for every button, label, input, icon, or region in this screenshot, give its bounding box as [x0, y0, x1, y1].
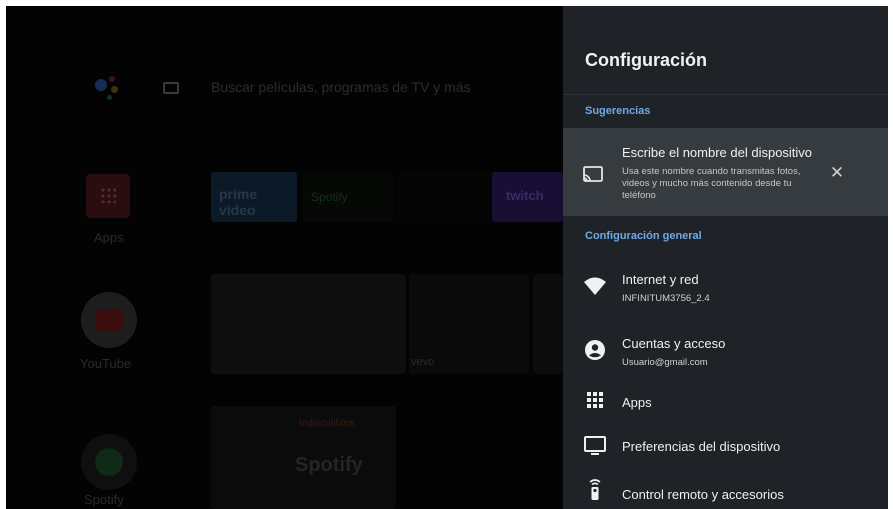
prime-video-tile[interactable]: prime video — [211, 172, 297, 222]
settings-item-subtitle: INFINITUM3756_2.4 — [622, 293, 710, 304]
settings-item-subtitle: Usuario@gmail.com — [622, 357, 708, 368]
spotify-tile[interactable]: Spotify — [303, 172, 393, 222]
settings-item-label: Internet y red — [622, 272, 699, 287]
suggestion-title: Escribe el nombre del dispositivo — [622, 145, 813, 160]
playlist-subtitle: Indiscutibles — [299, 418, 355, 429]
close-icon[interactable]: ✕ — [826, 162, 848, 184]
settings-title: Configuración — [585, 50, 707, 70]
settings-item-label: Apps — [622, 395, 652, 410]
settings-item-network[interactable]: Internet y red INFINITUM3756_2.4 — [563, 262, 888, 312]
settings-item-device-preferences[interactable]: Preferencias del dispositivo — [563, 422, 888, 472]
tv-screen: Buscar películas, programas de TV y más … — [6, 6, 888, 509]
tv-icon — [584, 436, 606, 455]
apps-tile[interactable] — [86, 174, 130, 218]
settings-item-apps[interactable]: Apps — [563, 378, 888, 428]
settings-item-accounts[interactable]: Cuentas y acceso Usuario@gmail.com — [563, 324, 888, 374]
vevo-label: vevo — [411, 356, 435, 368]
youtube-label: YouTube — [80, 356, 132, 371]
google-assistant-icon[interactable] — [93, 73, 123, 103]
search-placeholder[interactable]: Buscar películas, programas de TV y más — [211, 79, 471, 95]
settings-item-label: Preferencias del dispositivo — [622, 439, 781, 454]
keyboard-icon[interactable] — [163, 82, 179, 94]
spotify-playlist-tile[interactable]: Indiscutibles Spotify — [211, 406, 396, 509]
settings-item-remote-accessories[interactable]: Control remoto y accesorios — [563, 468, 888, 509]
suggestions-header: Sugerencias — [585, 105, 651, 117]
settings-item-label: Control remoto y accesorios — [622, 487, 784, 502]
twitch-tile[interactable]: twitch — [492, 172, 563, 222]
spotify-brand: Spotify — [295, 454, 363, 476]
remote-icon — [589, 479, 601, 500]
apps-grid-icon — [587, 392, 603, 408]
spotify-label: Spotify — [84, 492, 124, 507]
app-tile[interactable] — [399, 172, 491, 222]
spotify-logo: Spotify — [311, 190, 348, 204]
youtube-video-tile[interactable] — [211, 274, 406, 374]
account-icon — [585, 340, 605, 360]
settings-item-label: Cuentas y acceso — [622, 336, 726, 351]
cast-icon — [583, 166, 603, 182]
wifi-icon — [584, 277, 606, 295]
header-divider — [563, 94, 888, 95]
twitch-logo: twitch — [506, 188, 544, 203]
prime-video-logo: prime video — [219, 186, 258, 218]
youtube-video-tile[interactable]: vevo — [409, 274, 529, 374]
general-settings-header: Configuración general — [585, 230, 702, 242]
youtube-icon[interactable] — [81, 292, 137, 348]
spotify-icon[interactable] — [81, 434, 137, 490]
youtube-video-tile[interactable] — [533, 274, 563, 374]
settings-panel: Configuración Sugerencias Escribe el nom… — [563, 6, 888, 509]
suggestion-description: Usa este nombre cuando transmitas fotos,… — [622, 166, 801, 201]
launcher-background: Buscar películas, programas de TV y más … — [6, 6, 563, 509]
apps-tile-label: Apps — [94, 230, 124, 245]
suggestion-device-name[interactable]: Escribe el nombre del dispositivo Usa es… — [563, 128, 888, 216]
